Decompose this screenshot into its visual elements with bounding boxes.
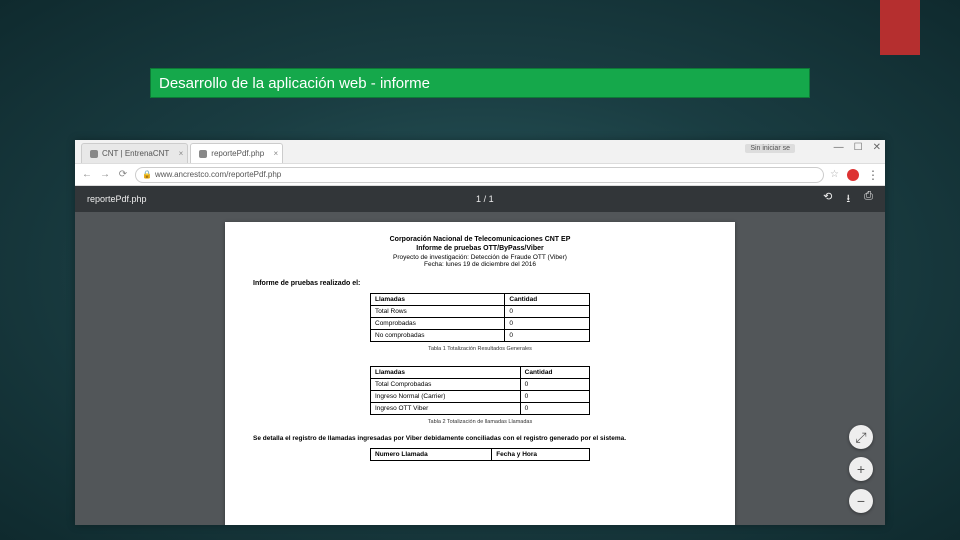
pdf-toolbar: reportePdf.php 1 / 1 ⟲ ⭳ ⎙ (75, 186, 885, 212)
doc-h4: Fecha: lunes 19 de diciembre del 2016 (253, 261, 707, 268)
fit-icon[interactable]: ⤢ (849, 425, 873, 449)
url-text: www.ancrestco.com/reportePdf.php (155, 170, 281, 179)
reload-icon[interactable]: ⟳ (117, 169, 129, 180)
doc-section1: Informe de pruebas realizado el: (253, 280, 707, 287)
doc-paragraph: Se detalla el registro de llamadas ingre… (253, 435, 707, 442)
favicon-icon (199, 150, 207, 158)
download-icon[interactable]: ⭳ (846, 190, 850, 209)
menu-icon[interactable]: ⋮ (867, 168, 879, 182)
rotate-icon[interactable]: ⟲ (823, 190, 832, 209)
zoom-in-icon[interactable]: + (849, 457, 873, 481)
table-1-caption: Tabla 1 Totalización Resultados Generale… (253, 346, 707, 352)
pdf-fab-controls: ⤢ + − (849, 425, 873, 513)
lock-icon: 🔒 (142, 170, 152, 179)
tabs-row: CNT | EntrenaCNT × reportePdf.php × Sin … (75, 140, 885, 164)
favicon-icon (90, 150, 98, 158)
back-icon[interactable]: ← (81, 169, 93, 180)
close-window-icon[interactable]: ✕ (873, 142, 881, 153)
print-icon[interactable]: ⎙ (864, 190, 873, 209)
tab-label: CNT | EntrenaCNT (102, 149, 169, 158)
minimize-icon[interactable]: — (834, 142, 844, 153)
pdf-page-indicator: 1 / 1 (476, 194, 494, 204)
doc-h3: Proyecto de investigación: Detección de … (253, 254, 707, 261)
zoom-out-icon[interactable]: − (849, 489, 873, 513)
address-row: ← → ⟳ 🔒 www.ancrestco.com/reportePdf.php… (75, 164, 885, 186)
pdf-filename: reportePdf.php (87, 194, 147, 204)
slide-accent (880, 0, 920, 55)
toolbar-right: ☆ ⋮ (830, 168, 879, 182)
pdf-viewport[interactable]: Corporación Nacional de Telecomunicacion… (75, 212, 885, 525)
tab-label: reportePdf.php (211, 149, 264, 158)
slide-title-bar: Desarrollo de la aplicación web - inform… (150, 68, 810, 98)
browser-window: CNT | EntrenaCNT × reportePdf.php × Sin … (75, 140, 885, 525)
slide-title: Desarrollo de la aplicación web - inform… (159, 75, 430, 92)
extension-icon[interactable] (847, 169, 859, 181)
doc-h1: Corporación Nacional de Telecomunicacion… (253, 236, 707, 243)
address-bar[interactable]: 🔒 www.ancrestco.com/reportePdf.php (135, 167, 824, 183)
maximize-icon[interactable]: ☐ (854, 142, 863, 153)
close-icon[interactable]: × (274, 149, 279, 158)
pdf-page: Corporación Nacional de Telecomunicacion… (225, 222, 735, 525)
table-2: LlamadasCantidad Total Comprobadas0 Ingr… (370, 366, 590, 415)
table-2-caption: Tabla 2 Totalización de llamadas Llamada… (253, 419, 707, 425)
doc-h2: Informe de pruebas OTT/ByPass/Viber (253, 245, 707, 252)
window-controls: — ☐ ✕ (834, 142, 881, 153)
tab-0[interactable]: CNT | EntrenaCNT × (81, 143, 188, 163)
signin-badge[interactable]: Sin iniciar se (745, 144, 795, 153)
star-icon[interactable]: ☆ (830, 169, 839, 180)
close-icon[interactable]: × (179, 149, 184, 158)
forward-icon[interactable]: → (99, 169, 111, 180)
table-1: LlamadasCantidad Total Rows0 Comprobadas… (370, 293, 590, 342)
tab-1[interactable]: reportePdf.php × (190, 143, 283, 163)
table-3: Numero LlamadaFecha y Hora (370, 448, 590, 461)
